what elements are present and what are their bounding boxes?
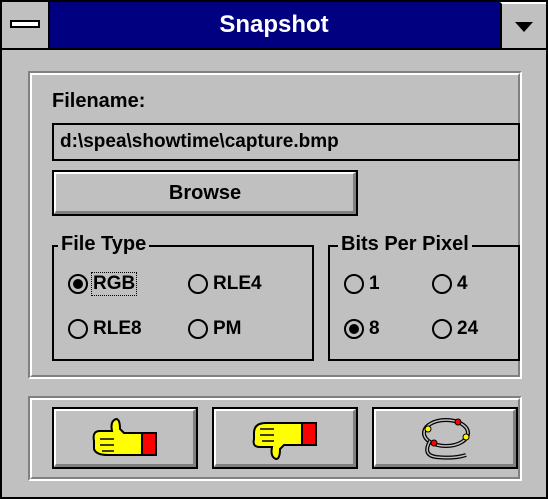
radio-rle8[interactable]: RLE8 (68, 316, 143, 342)
browse-button[interactable]: Browse (52, 170, 358, 216)
radio-bpp-4-label: 4 (457, 273, 468, 294)
radio-rgb-label: RGB (90, 272, 138, 296)
bits-per-pixel-group (328, 245, 520, 361)
hand-thumbs-down-icon (252, 422, 317, 461)
radio-bpp-24-circle (432, 319, 452, 339)
title-bar[interactable]: Snapshot (2, 2, 546, 50)
cancel-button[interactable] (212, 407, 358, 469)
radio-bpp-24-label: 24 (457, 318, 479, 339)
snapshot-window: Snapshot Filename: d:\spea\showtime\capt… (0, 0, 548, 499)
minimize-button[interactable] (500, 2, 546, 48)
radio-bpp-1-label: 1 (369, 273, 380, 294)
ok-button[interactable] (52, 407, 198, 469)
radio-bpp-24[interactable]: 24 (432, 316, 479, 342)
filename-field[interactable]: d:\spea\showtime\capture.bmp (52, 123, 520, 161)
radio-rle4-circle (188, 274, 208, 294)
bits-per-pixel-title: Bits Per Pixel (338, 234, 472, 254)
radio-bpp-8[interactable]: 8 (344, 316, 381, 342)
radio-pm-circle (188, 319, 208, 339)
radio-rle8-circle (68, 319, 88, 339)
window-title: Snapshot (219, 11, 329, 38)
filename-label: Filename: (52, 90, 146, 112)
radio-rle4[interactable]: RLE4 (188, 271, 263, 297)
browse-button-label: Browse (168, 181, 242, 204)
lasso-rope-icon (422, 418, 470, 460)
file-type-group (52, 245, 314, 361)
radio-bpp-1-circle (344, 274, 364, 294)
radio-rle8-label: RLE8 (93, 318, 142, 339)
file-type-title: File Type (58, 234, 150, 254)
radio-pm-label: PM (213, 318, 242, 339)
system-menu-bar-icon (10, 20, 40, 28)
radio-rgb-circle (68, 274, 88, 294)
radio-pm[interactable]: PM (188, 316, 243, 342)
lasso-button[interactable] (372, 407, 518, 469)
hand-thumbs-up-icon (92, 417, 157, 456)
radio-bpp-4-circle (432, 274, 452, 294)
radio-rgb[interactable]: RGB (68, 271, 138, 297)
radio-bpp-8-label: 8 (369, 318, 380, 339)
radio-bpp-8-circle (344, 319, 364, 339)
triangle-down-icon (515, 22, 533, 32)
radio-rle4-label: RLE4 (213, 273, 262, 294)
radio-bpp-4[interactable]: 4 (432, 271, 469, 297)
radio-bpp-1[interactable]: 1 (344, 271, 381, 297)
system-menu-button[interactable] (2, 2, 50, 48)
